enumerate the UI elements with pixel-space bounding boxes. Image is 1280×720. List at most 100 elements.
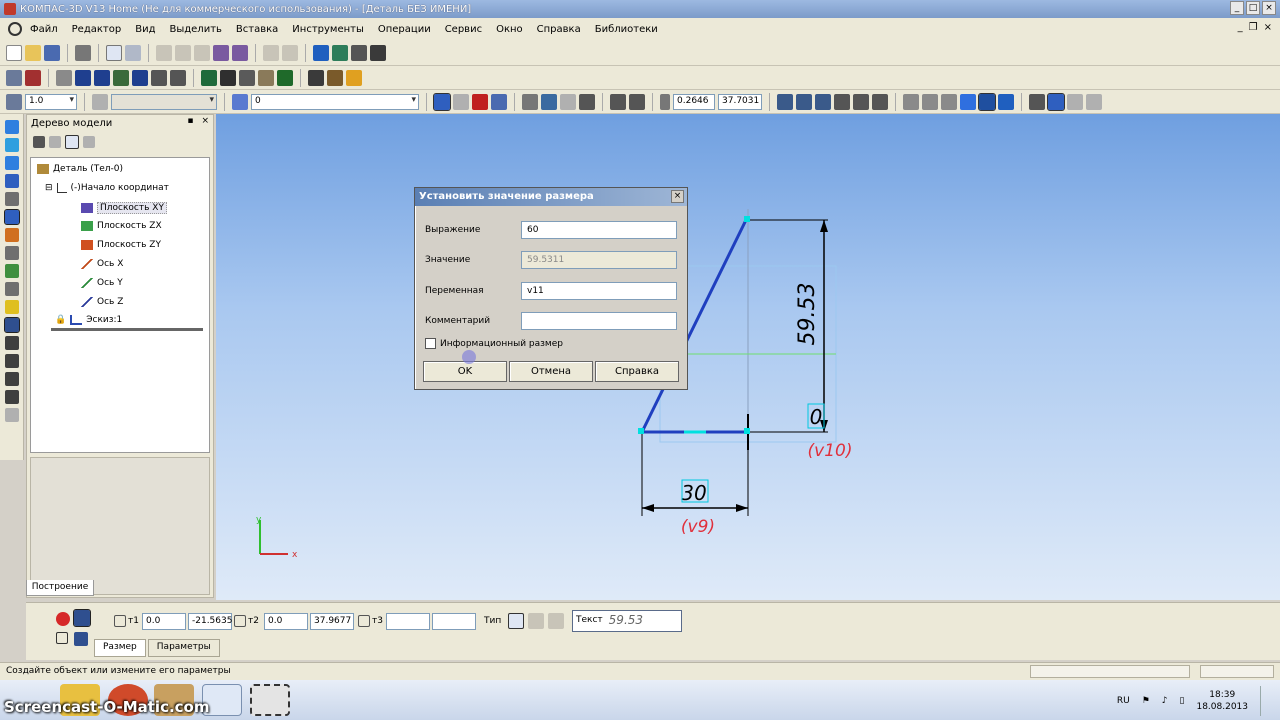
maximize-button[interactable]: □ [1246, 1, 1260, 15]
cut-icon[interactable] [156, 44, 172, 61]
tree-item-plane-zy[interactable]: Плоскость ZY [81, 240, 161, 250]
t3-x-field[interactable] [386, 613, 430, 630]
menu-select[interactable]: Выделить [169, 24, 221, 35]
tool-e-icon[interactable] [132, 69, 148, 86]
orient-icon[interactable] [872, 93, 888, 110]
tool-extra-2-icon[interactable] [1086, 93, 1102, 110]
tab-build[interactable]: Построение [26, 580, 94, 596]
tree-sort-icon[interactable] [33, 136, 45, 148]
menu-tools[interactable]: Инструменты [292, 24, 364, 35]
cursor-x-field[interactable]: 0.2646 [673, 93, 715, 110]
pin-panel-icon[interactable] [74, 632, 88, 646]
perspective-icon[interactable] [998, 93, 1014, 110]
tool-j-icon[interactable] [239, 69, 255, 86]
t3-y-field[interactable] [432, 613, 476, 630]
point-3-icon[interactable] [358, 615, 370, 627]
tool-h-icon[interactable] [201, 69, 217, 86]
library-icon[interactable] [332, 44, 348, 61]
tool-i-icon[interactable] [220, 69, 236, 86]
cancel-icon[interactable] [56, 632, 68, 644]
parametric-icon[interactable] [541, 93, 557, 110]
sketch-mode-icon[interactable] [1047, 92, 1065, 111]
zoom-in-icon[interactable] [796, 93, 812, 110]
view-hidden-icon[interactable] [941, 93, 957, 110]
compact-tool-d-icon[interactable] [4, 390, 19, 404]
tree-item-plane-zx[interactable]: Плоскость ZX [81, 221, 162, 231]
show-desktop-button[interactable] [1260, 686, 1270, 716]
doc-minimize-button[interactable]: _ [1238, 22, 1243, 33]
menu-service[interactable]: Сервис [445, 24, 482, 35]
collapse-icon[interactable]: ⊟ [45, 183, 53, 193]
checkbox-box[interactable] [425, 338, 436, 349]
menu-view[interactable]: Вид [135, 24, 155, 35]
compact-tool-c-icon[interactable] [4, 372, 19, 386]
compact-tool-e-icon[interactable] [4, 408, 19, 422]
print-icon[interactable] [75, 44, 91, 61]
compact-param-icon[interactable] [4, 192, 19, 206]
new-document-icon[interactable] [6, 44, 22, 61]
tool-l-icon[interactable] [277, 69, 293, 86]
layer-combo[interactable]: 0 [251, 93, 419, 110]
scale-combo[interactable]: 1.0 [25, 93, 77, 110]
tool-extra-1-icon[interactable] [1067, 93, 1083, 110]
ok-button[interactable]: OK [423, 361, 507, 382]
clock[interactable]: 18:39 18.08.2013 [1196, 689, 1248, 713]
menu-libraries[interactable]: Библиотеки [595, 24, 658, 35]
open-folder-icon[interactable] [25, 44, 41, 61]
cursor-y-field[interactable]: 37.7031 [718, 93, 762, 110]
sketch-point[interactable] [744, 428, 750, 434]
tool-o-icon[interactable] [346, 69, 362, 86]
style-icon[interactable] [92, 93, 108, 110]
paste-icon[interactable] [194, 44, 210, 61]
view-iso-icon[interactable] [903, 93, 919, 110]
zoom-icon[interactable] [777, 93, 793, 110]
dim-text-vertical[interactable]: 59.53 [795, 283, 820, 346]
compact-measure-icon[interactable] [3, 209, 20, 225]
tree-item-axis-y[interactable]: Ось Y [81, 278, 123, 288]
t1-x-field[interactable]: 0.0 [142, 613, 186, 630]
point-1-icon[interactable] [114, 615, 126, 627]
step-icon[interactable] [6, 93, 22, 110]
compact-dimension-icon[interactable] [3, 317, 20, 333]
snap-grid-icon[interactable] [491, 93, 507, 110]
tool-f-icon[interactable] [151, 69, 167, 86]
help-button[interactable]: Справка [595, 361, 679, 382]
doc-restore-button[interactable]: ❐ [1249, 22, 1258, 33]
tab-parameters[interactable]: Параметры [147, 639, 220, 657]
sketch-point[interactable] [744, 216, 750, 222]
compact-edit-icon[interactable] [4, 174, 19, 188]
redo-icon[interactable] [282, 44, 298, 61]
t2-y-field[interactable]: 37.9677 [310, 613, 354, 630]
copy-icon[interactable] [175, 44, 191, 61]
tool-d-icon[interactable] [113, 69, 129, 86]
dim-text-field[interactable]: Текст 59.53 [572, 610, 682, 632]
type-horizontal-icon[interactable] [528, 613, 544, 629]
compact-elements-icon[interactable] [4, 282, 19, 296]
compact-reports-icon[interactable] [4, 264, 19, 278]
network-icon[interactable]: ⚑ [1142, 696, 1150, 706]
menu-file[interactable]: Файл [30, 24, 58, 35]
snap-local-icon[interactable] [453, 93, 469, 110]
tree-item-detail[interactable]: Деталь (Тел-0) [37, 164, 123, 174]
view-shaded-edges-icon[interactable] [978, 92, 996, 111]
tool-g-icon[interactable] [170, 69, 186, 86]
page-setup-icon[interactable] [125, 44, 141, 61]
model-canvas[interactable]: 59.53 30 0 (v10) (v9) y x [216, 114, 1280, 600]
dim-text-horizontal[interactable]: 30 [681, 481, 706, 505]
tool-c-icon[interactable] [94, 69, 110, 86]
filter-icon[interactable] [1029, 93, 1045, 110]
style-combo[interactable] [111, 93, 217, 110]
menu-operations[interactable]: Операции [378, 24, 431, 35]
tool-n-icon[interactable] [327, 69, 343, 86]
compact-misc-icon[interactable] [4, 300, 19, 314]
comment-input[interactable] [521, 312, 677, 330]
tree-filter-icon[interactable] [83, 136, 95, 148]
brush-icon[interactable] [213, 44, 229, 61]
variables-icon[interactable] [351, 44, 367, 61]
close-window-button[interactable]: × [1262, 1, 1276, 15]
variable-input[interactable]: v11 [521, 282, 677, 300]
dialog-close-button[interactable]: × [671, 190, 684, 203]
point-2-icon[interactable] [234, 615, 246, 627]
compact-tool-b-icon[interactable] [4, 354, 19, 368]
menu-window[interactable]: Окно [496, 24, 523, 35]
